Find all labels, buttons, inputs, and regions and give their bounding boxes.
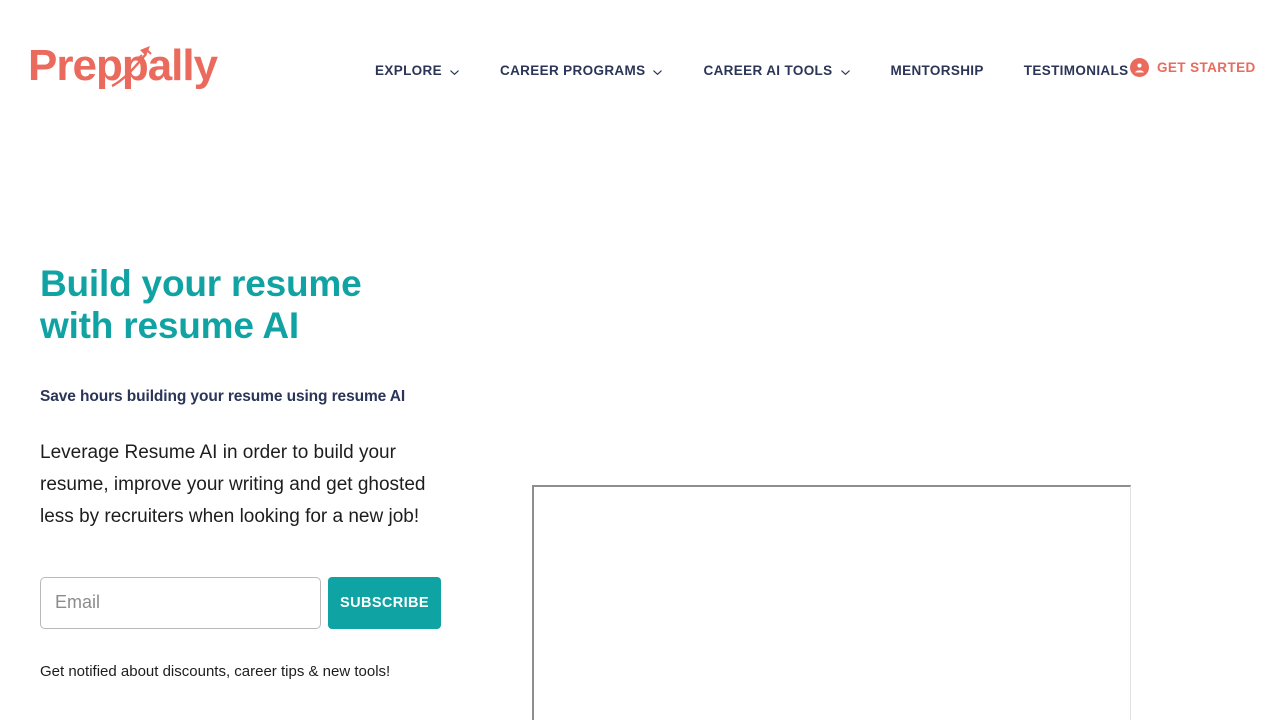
preppally-logo-icon: Preppally [28,41,220,90]
hero-subtitle: Save hours building your resume using re… [40,387,406,405]
chevron-down-icon [840,67,851,78]
video-embed-frame[interactable] [532,485,1131,720]
get-started-label: GET STARTED [1157,60,1256,75]
main-navigation: EXPLORE CAREER PROGRAMS CAREER AI TOOLS … [355,58,1148,84]
nav-item-label: TESTIMONIALS [1023,63,1129,78]
page-title: Build your resume with resume AI [40,263,362,346]
nav-item-explore[interactable]: EXPLORE [355,58,480,84]
nav-item-label: EXPLORE [375,63,442,78]
hero-section: Build your resume with resume AI Save ho… [40,263,490,680]
nav-item-label: MENTORSHIP [890,63,984,78]
subscribe-button[interactable]: SUBSCRIBE [328,576,441,629]
brand-logo[interactable]: Preppally [28,38,228,96]
subscribe-form: SUBSCRIBE [40,533,490,629]
chevron-down-icon [449,67,460,78]
nav-item-testimonials[interactable]: TESTIMONIALS [1004,58,1149,84]
hero-description: Leverage Resume AI in order to build you… [40,441,426,527]
chevron-down-icon [652,67,663,78]
site-header: Preppally EXPLORE CAREER PROGRAMS CAREER… [0,0,1280,135]
subscribe-note: Get notified about discounts, career tip… [40,662,391,680]
account-circle-icon [1130,58,1149,77]
svg-text:Preppally: Preppally [28,41,219,90]
nav-item-label: CAREER PROGRAMS [499,63,646,78]
get-started-button[interactable]: GET STARTED [1130,58,1256,77]
email-input[interactable] [40,576,321,629]
nav-item-career-ai-tools[interactable]: CAREER AI TOOLS [683,58,870,84]
nav-item-label: CAREER AI TOOLS [703,63,833,78]
main-content: Build your resume with resume AI Save ho… [0,135,1280,720]
nav-item-mentorship[interactable]: MENTORSHIP [871,58,1004,84]
nav-item-career-programs[interactable]: CAREER PROGRAMS [480,58,684,84]
